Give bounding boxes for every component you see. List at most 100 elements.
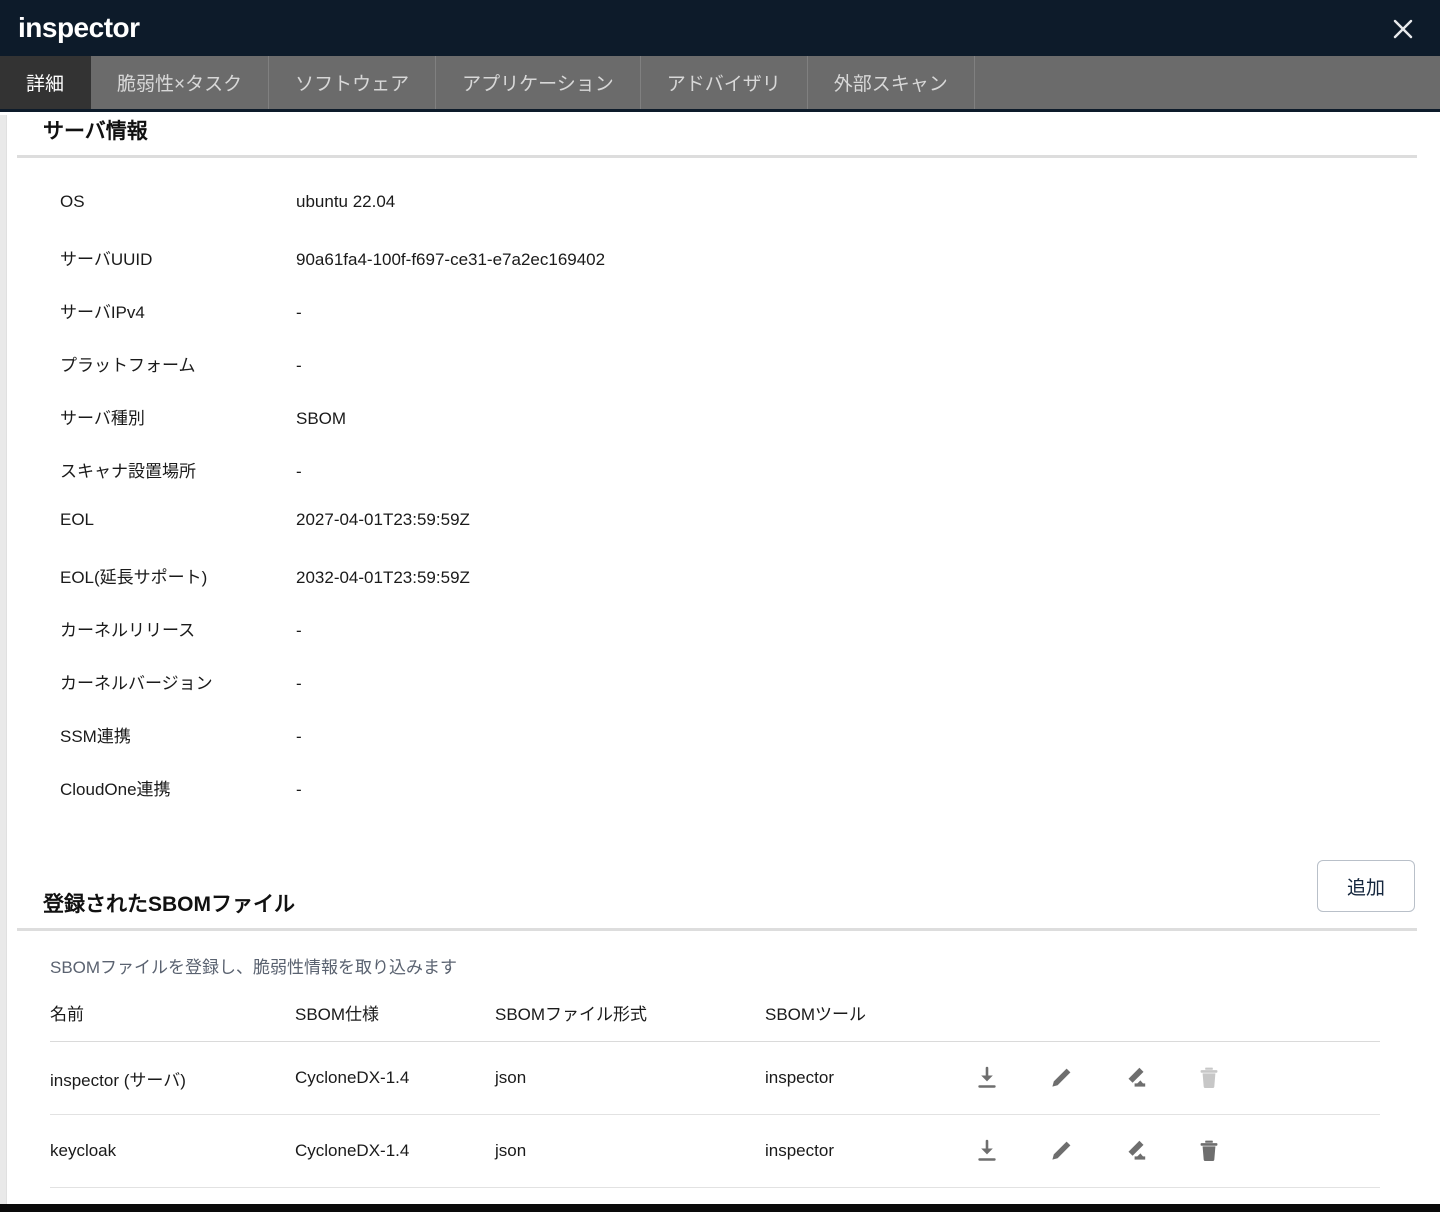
sbom-files-table: 名前 SBOM仕様 SBOMファイル形式 SBOMツール inspector (… bbox=[50, 1000, 1380, 1204]
info-row: サーバ種別 SBOM bbox=[7, 404, 1440, 457]
info-label: EOL bbox=[60, 510, 95, 529]
content-column: サーバ情報 OS ubuntu 22.04 サーバUUID 90a61fa4-100f… bbox=[7, 115, 1440, 1204]
download-icon[interactable] bbox=[973, 1137, 1001, 1165]
tab-label: アプリケーション bbox=[462, 74, 614, 95]
server-info-list: OS ubuntu 22.04 サーバUUID 90a61fa4-100f-f697-… bbox=[7, 192, 1440, 828]
info-value: 90a61fa4-100f-f697-ce31-e7a2ec169402 bbox=[296, 250, 606, 269]
tab-label: アドバイザリ bbox=[666, 74, 781, 95]
info-label: サーバIPv4 bbox=[60, 303, 145, 322]
tab-bar-filler bbox=[974, 56, 1440, 109]
tab-advisory[interactable]: アドバイザリ bbox=[640, 56, 808, 109]
row-actions bbox=[965, 1064, 1380, 1092]
sbom-files-subtitle: SBOMファイルを登録し、脆弱性情報を取り込みます bbox=[50, 958, 458, 977]
tab-label: 外部スキャン bbox=[833, 74, 948, 95]
cell-tool: trivy bbox=[765, 1187, 965, 1204]
tab-application[interactable]: アプリケーション bbox=[436, 56, 641, 109]
tab-details[interactable]: 詳細 bbox=[0, 56, 92, 109]
column-header-format: SBOMファイル形式 bbox=[495, 1000, 765, 1042]
cell-format: json bbox=[495, 1041, 765, 1115]
cell-tool: inspector bbox=[765, 1041, 965, 1115]
info-label: プラットフォーム bbox=[60, 356, 196, 375]
section-divider bbox=[17, 155, 1417, 158]
info-label: OS bbox=[60, 192, 85, 211]
cell-name: keycloak bbox=[50, 1114, 295, 1188]
info-value: - bbox=[296, 462, 302, 481]
edit-note-icon[interactable] bbox=[1121, 1064, 1149, 1092]
info-label: サーバ種別 bbox=[60, 409, 145, 428]
modal-body: サーバ情報 OS ubuntu 22.04 サーバUUID 90a61fa4-100f… bbox=[0, 115, 1440, 1204]
info-label: カーネルバージョン bbox=[60, 674, 213, 693]
download-icon[interactable] bbox=[973, 1064, 1001, 1092]
trash-icon[interactable] bbox=[1195, 1137, 1223, 1165]
pencil-icon[interactable] bbox=[1047, 1137, 1075, 1165]
info-row: SSM連携 - bbox=[7, 722, 1440, 775]
add-sbom-button[interactable]: 追加 bbox=[1317, 860, 1415, 912]
trash-icon bbox=[1195, 1064, 1223, 1092]
info-row: カーネルリリース - bbox=[7, 616, 1440, 669]
info-value: SBOM bbox=[296, 409, 347, 428]
cell-actions bbox=[965, 1114, 1380, 1188]
app-brand: inspector bbox=[18, 12, 140, 43]
cell-name: inspector (サーバ) bbox=[50, 1041, 295, 1115]
info-row: CloudOne連携 - bbox=[7, 775, 1440, 828]
info-label: CloudOne連携 bbox=[60, 780, 171, 799]
cell-format: json bbox=[495, 1114, 765, 1188]
info-label: カーネルリリース bbox=[60, 621, 196, 640]
cell-format: json bbox=[495, 1187, 765, 1204]
column-header-name: 名前 bbox=[50, 1000, 295, 1042]
info-row: EOL 2027-04-01T23:59:59Z bbox=[7, 510, 1440, 563]
window-footer bbox=[0, 1204, 1440, 1212]
inspector-modal: inspector 詳細 脆弱性×タスク ソフトウェア アプリケーション アドバ… bbox=[0, 0, 1440, 1212]
tab-label: 脆弱性×タスク bbox=[117, 74, 243, 95]
server-info-heading: サーバ情報 bbox=[43, 120, 148, 143]
tab-label: ソフトウェア bbox=[295, 74, 410, 95]
window-header: inspector bbox=[0, 0, 1440, 56]
scroll-rail[interactable] bbox=[0, 115, 7, 1204]
info-row: OS ubuntu 22.04 bbox=[7, 192, 1440, 245]
edit-note-icon[interactable] bbox=[1121, 1137, 1149, 1165]
tab-software[interactable]: ソフトウェア bbox=[269, 56, 437, 109]
table-header-row: 名前 SBOM仕様 SBOMファイル形式 SBOMツール bbox=[50, 1000, 1380, 1042]
column-header-actions bbox=[965, 1000, 1380, 1042]
pencil-icon[interactable] bbox=[1047, 1064, 1075, 1092]
close-icon[interactable] bbox=[1386, 12, 1420, 46]
tab-vulnerability-task[interactable]: 脆弱性×タスク bbox=[91, 56, 270, 109]
info-row: スキャナ設置場所 - bbox=[7, 457, 1440, 510]
info-label: サーバUUID bbox=[60, 250, 153, 269]
server-info-section: サーバ情報 OS ubuntu 22.04 サーバUUID 90a61fa4-100f… bbox=[7, 115, 1440, 828]
tab-bar: 詳細 脆弱性×タスク ソフトウェア アプリケーション アドバイザリ 外部スキャン bbox=[0, 56, 1440, 112]
table-row: inspector (サーバ) CycloneDX-1.4 json inspecto… bbox=[50, 1041, 1380, 1115]
tab-external-scan[interactable]: 外部スキャン bbox=[807, 56, 975, 109]
cell-spec: CycloneDX-1.4 bbox=[295, 1114, 495, 1188]
table-row: keycloak CycloneDX-1.4 json inspector bbox=[50, 1114, 1380, 1188]
info-value: ubuntu 22.04 bbox=[296, 192, 396, 211]
section-divider bbox=[17, 928, 1417, 931]
info-value: - bbox=[296, 356, 302, 375]
info-value: - bbox=[296, 674, 302, 693]
info-value: - bbox=[296, 727, 302, 746]
cell-actions bbox=[965, 1187, 1380, 1204]
info-row: EOL(延長サポート) 2032-04-01T23:59:59Z bbox=[7, 563, 1440, 616]
sbom-table-body: inspector (サーバ) CycloneDX-1.4 json inspecto… bbox=[50, 1041, 1380, 1204]
row-actions bbox=[965, 1137, 1380, 1165]
sbom-files-heading: 登録されたSBOMファイル bbox=[43, 893, 295, 916]
info-value: - bbox=[296, 621, 302, 640]
info-label: SSM連携 bbox=[60, 727, 131, 746]
cell-spec: CycloneDX-1.4 bbox=[295, 1041, 495, 1115]
cell-tool: inspector bbox=[765, 1114, 965, 1188]
info-value: 2027-04-01T23:59:59Z bbox=[296, 510, 470, 529]
info-value: 2032-04-01T23:59:59Z bbox=[296, 568, 470, 587]
cell-spec: CycloneDX-1.5 bbox=[295, 1187, 495, 1204]
info-label: EOL(延長サポート) bbox=[60, 568, 208, 587]
tab-label: 詳細 bbox=[26, 74, 65, 95]
info-row: カーネルバージョン - bbox=[7, 669, 1440, 722]
info-row: プラットフォーム - bbox=[7, 351, 1440, 404]
info-value: - bbox=[296, 303, 302, 322]
info-label: スキャナ設置場所 bbox=[60, 462, 196, 481]
info-row: サーバUUID 90a61fa4-100f-f697-ce31-e7a2ec169… bbox=[7, 245, 1440, 298]
cell-actions bbox=[965, 1041, 1380, 1115]
column-header-spec: SBOM仕様 bbox=[295, 1000, 495, 1042]
cell-name: isucon6 bbox=[50, 1187, 295, 1204]
sbom-files-section: 追加 登録されたSBOMファイル SBOMファイルを登録し、脆弱性情報を取り込み… bbox=[7, 860, 1440, 1204]
column-header-tool: SBOMツール bbox=[765, 1000, 965, 1042]
